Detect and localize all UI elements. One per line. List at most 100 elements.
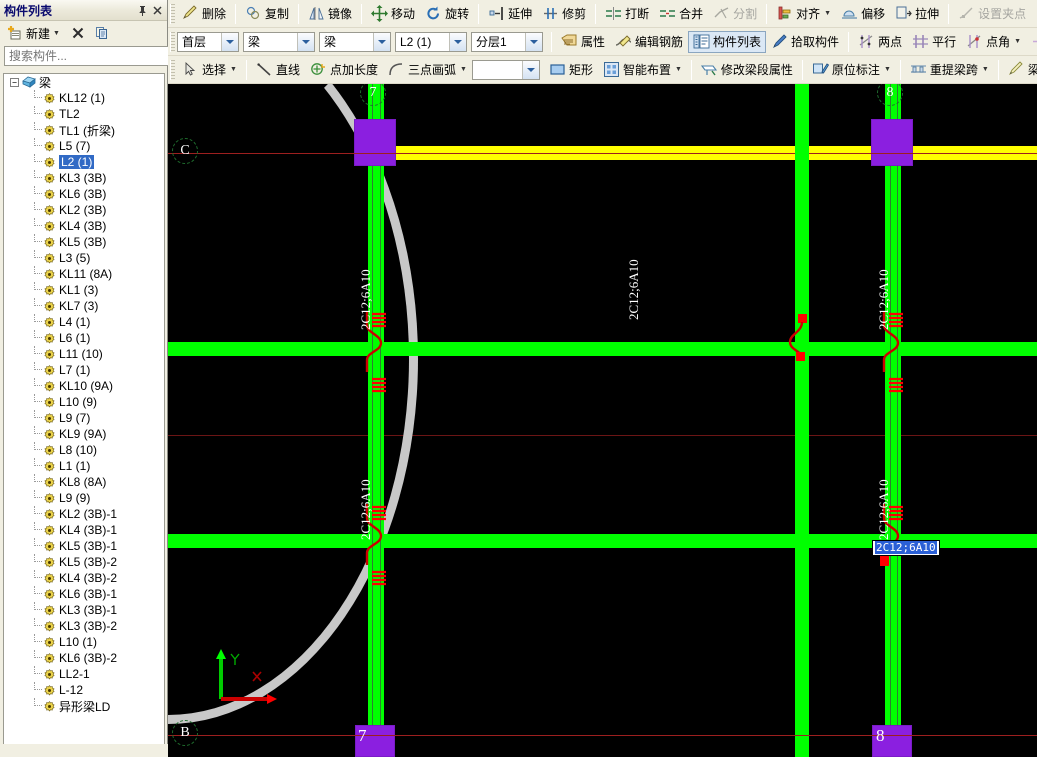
tree-item-component[interactable]: KL11 (8A) — [4, 266, 164, 282]
toolbar-button-edit-beam-segment[interactable]: 修改梁段属性 — [696, 59, 798, 81]
chevron-down-icon[interactable]: ▼ — [824, 10, 831, 17]
toolbar-button-rectangle[interactable]: 矩形 — [544, 59, 598, 81]
toolbar-button-align[interactable]: 对齐 ▼ — [771, 3, 836, 25]
toolbar-button-respan-beam[interactable]: 重提梁跨 ▼ — [905, 59, 994, 81]
new-component-button[interactable]: 新建 ▼ — [3, 23, 64, 44]
toolbar-button-offset[interactable]: 偏移 — [836, 3, 890, 25]
component-select[interactable]: L2 (1) — [395, 31, 467, 52]
component-tree[interactable]: − 梁 KL12 (1) TL2 TL1 (折梁) L5 (7) L2 (1) KL3 (… — [3, 73, 165, 754]
column-7-top[interactable] — [354, 119, 396, 166]
chevron-down-icon[interactable]: ▼ — [460, 66, 467, 73]
toolbar-button-merge[interactable]: 合并 — [654, 3, 708, 25]
tree-item-component[interactable]: KL8 (8A) — [4, 474, 164, 490]
chevron-down-icon[interactable] — [525, 32, 542, 51]
pin-icon[interactable] — [135, 3, 150, 18]
cad-canvas[interactable]: 2C12;6A10 2C12;6A10 2C12;6A10 2C12;6A10 2C12… — [168, 84, 1037, 757]
floor-select[interactable]: 首层 — [177, 31, 239, 52]
tree-item-component[interactable]: L4 (1) — [4, 314, 164, 330]
chevron-down-icon[interactable] — [297, 32, 314, 51]
tree-item-component[interactable]: L9 (9) — [4, 490, 164, 506]
toolbar-button-trim[interactable]: 修剪 — [537, 3, 591, 25]
layer-select[interactable]: 分层1 — [471, 31, 543, 52]
toolbar-grip[interactable] — [170, 3, 175, 24]
tree-item-component[interactable]: L11 (10) — [4, 346, 164, 362]
delete-component-button[interactable] — [68, 24, 88, 43]
rebar-annotation[interactable]: 2C12;6A10 — [626, 259, 642, 320]
tree-item-component[interactable]: TL2 — [4, 106, 164, 122]
rebar-edit-value[interactable]: 2C12;6A10 — [875, 541, 937, 554]
toolbar-grip[interactable] — [170, 59, 175, 80]
tree-item-component[interactable]: KL2 (3B) — [4, 202, 164, 218]
tree-item-component[interactable]: KL9 (9A) — [4, 426, 164, 442]
toolbar-button-delete[interactable]: 删除 — [177, 3, 231, 25]
beam-vertical-7[interactable] — [368, 84, 384, 757]
beam-vertical-8[interactable] — [885, 84, 901, 757]
toolbar-button-line[interactable]: 直线 — [251, 59, 305, 81]
chevron-down-icon[interactable]: ▼ — [53, 30, 60, 37]
tree-item-component[interactable]: L6 (1) — [4, 330, 164, 346]
tree-item-component[interactable]: KL5 (3B)-2 — [4, 554, 164, 570]
chevron-down-icon[interactable] — [449, 32, 466, 51]
toolbar-button-select-arrow[interactable]: 选择 ▼ — [177, 59, 242, 81]
beam-vertical-mid[interactable] — [795, 84, 809, 757]
tree-item-component[interactable]: L10 (9) — [4, 394, 164, 410]
chevron-down-icon[interactable]: ▼ — [884, 66, 891, 73]
tree-item-component[interactable]: KL10 (9A) — [4, 378, 164, 394]
toolbar-button-point-length[interactable]: 点加长度 — [305, 59, 383, 81]
tree-item-component[interactable]: 异形梁LD — [4, 698, 164, 714]
toolbar-button-copy-objects[interactable]: 复制 — [240, 3, 294, 25]
tree-item-component[interactable]: KL2 (3B)-1 — [4, 506, 164, 522]
search-input[interactable] — [4, 46, 169, 66]
toolbar-button-three-point-arc[interactable]: 三点画弧 ▼ — [383, 59, 472, 81]
tree-item-component[interactable]: KL3 (3B)-2 — [4, 618, 164, 634]
chevron-down-icon[interactable] — [221, 32, 238, 51]
tree-item-component[interactable]: L7 (1) — [4, 362, 164, 378]
tree-item-component[interactable]: L8 (10) — [4, 442, 164, 458]
chevron-down-icon[interactable] — [373, 32, 390, 51]
arc-param-select[interactable] — [471, 59, 540, 80]
toolbar-button-move[interactable]: 移动 — [366, 3, 420, 25]
tree-item-component[interactable]: L5 (7) — [4, 138, 164, 154]
tree-item-component[interactable]: KL5 (3B)-1 — [4, 538, 164, 554]
tree-item-component[interactable]: L10 (1) — [4, 634, 164, 650]
rebar-annotation[interactable]: 2C12;6A10 — [358, 479, 374, 540]
toolbar-button-mirror[interactable]: 镜像 — [303, 3, 357, 25]
tree-root-node[interactable]: − 梁 — [4, 74, 164, 90]
toolbar-button-span-data-copy[interactable]: 梁跨数据复制 — [1003, 59, 1037, 81]
column-8-top[interactable] — [871, 119, 913, 166]
tree-item-component[interactable]: KL3 (3B)-1 — [4, 602, 164, 618]
tree-item-component[interactable]: KL1 (3) — [4, 282, 164, 298]
toolbar-button-smart-layout[interactable]: 智能布置 ▼ — [598, 59, 687, 81]
chevron-down-icon[interactable]: ▼ — [1014, 38, 1021, 45]
toolbar-button-stretch[interactable]: 拉伸 — [890, 3, 944, 25]
rebar-annotation[interactable]: 2C12;6A10 — [358, 269, 374, 330]
toolbar-button-extend[interactable]: 延伸 — [483, 3, 537, 25]
tree-item-component[interactable]: KL3 (3B) — [4, 170, 164, 186]
chevron-down-icon[interactable]: ▼ — [230, 66, 237, 73]
toolbar-button-parallel[interactable]: 平行 — [907, 31, 961, 53]
chevron-down-icon[interactable]: ▼ — [675, 66, 682, 73]
toolbar-button-three-point-aux[interactable]: 三点辅 — [1026, 31, 1037, 53]
rebar-annotation[interactable]: 2C12;6A10 — [876, 479, 892, 540]
grid-bubble[interactable]: B — [172, 720, 198, 746]
tree-item-component[interactable]: TL1 (折梁) — [4, 122, 164, 138]
tree-item-component[interactable]: LL2-1 — [4, 666, 164, 682]
tree-item-component[interactable]: L3 (5) — [4, 250, 164, 266]
rebar-edit-tooltip[interactable]: 2C12;6A10 — [872, 540, 940, 556]
tree-item-component[interactable]: KL4 (3B)-2 — [4, 570, 164, 586]
toolbar-button-point-angle[interactable]: 点角 ▼ — [961, 31, 1026, 53]
rebar-annotation[interactable]: 2C12;6A10 — [876, 269, 892, 330]
tree-item-component[interactable]: L1 (1) — [4, 458, 164, 474]
toolbar-button-component-list[interactable]: 构件列表 — [688, 30, 767, 53]
tree-item-component[interactable]: L-12 — [4, 682, 164, 698]
toolbar-grip[interactable] — [170, 31, 175, 52]
tree-item-component[interactable]: KL6 (3B)-2 — [4, 650, 164, 666]
tree-item-component[interactable]: KL4 (3B)-1 — [4, 522, 164, 538]
toolbar-button-properties[interactable]: 属性 — [556, 31, 610, 53]
chevron-down-icon[interactable] — [521, 60, 539, 79]
toolbar-button-break[interactable]: 打断 — [600, 3, 654, 25]
copy-component-button[interactable] — [92, 24, 112, 43]
tree-item-component[interactable]: KL6 (3B)-1 — [4, 586, 164, 602]
tree-item-component[interactable]: KL4 (3B) — [4, 218, 164, 234]
expander-icon[interactable]: − — [10, 77, 19, 87]
